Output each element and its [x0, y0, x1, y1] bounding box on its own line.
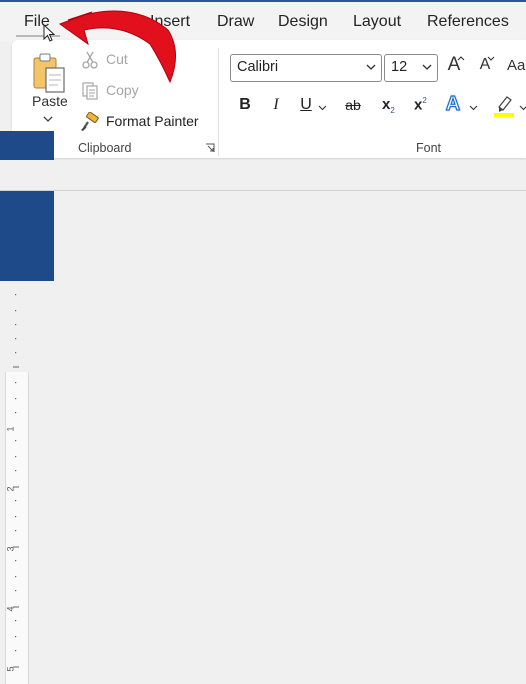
ruler-number: 1 [5, 426, 16, 432]
text-effects-button[interactable]: A [442, 92, 464, 117]
paste-label[interactable]: Paste [32, 93, 68, 109]
clipboard-dialog-launcher-icon[interactable] [205, 143, 215, 153]
underline-button[interactable]: U [298, 96, 314, 120]
text-effects-glyph: A [445, 92, 461, 115]
change-case-button[interactable]: Aa [507, 57, 526, 81]
ribbon-panel: Paste Cut Copy Format Painter Clipboard … [12, 40, 526, 158]
scissors-icon [82, 51, 98, 69]
tab-design[interactable]: Design [278, 13, 328, 31]
grow-font-button[interactable]: A [443, 54, 465, 78]
tab-draw[interactable]: Draw [217, 13, 254, 31]
italic-button[interactable]: I [268, 96, 284, 120]
font-group-label: Font [416, 141, 442, 155]
underline-chevron-icon[interactable] [318, 104, 327, 111]
tab-references[interactable]: References [427, 13, 509, 31]
ruler-number: 2 [5, 486, 16, 492]
strikethrough-button[interactable]: ab [342, 97, 364, 121]
change-case-glyph: Aa [507, 57, 526, 74]
underline-glyph: U [300, 96, 312, 113]
format-painter-label: Format Painter [106, 113, 199, 129]
italic-glyph: I [273, 96, 279, 113]
strikethrough-glyph: ab [345, 97, 361, 113]
font-name-dropdown[interactable]: Calibri [230, 54, 382, 82]
superscript-button[interactable]: x2 [414, 96, 432, 120]
word-window: File Insert Draw Design Layout Reference… [0, 0, 526, 684]
highlighter-icon [494, 96, 514, 117]
bold-glyph: B [239, 96, 251, 113]
ruler-number: 5 [5, 666, 16, 672]
tab-layout[interactable]: Layout [353, 13, 401, 31]
text-effects-chevron-icon[interactable] [469, 104, 478, 111]
cut-label: Cut [106, 51, 128, 67]
font-size-value: 12 [391, 59, 408, 75]
caret-up-icon [457, 56, 465, 61]
paste-dropdown-chevron-icon[interactable] [43, 115, 53, 123]
font-size-chevron-icon [422, 64, 432, 70]
superscript-mark: 2 [422, 96, 427, 105]
font-name-value: Calibri [237, 59, 279, 75]
shrink-font-button[interactable]: A [474, 56, 496, 80]
ruler-number: 4 [5, 606, 16, 612]
subscript-mark: 2 [390, 106, 395, 116]
horizontal-ruler-strip [0, 160, 526, 191]
group-separator [218, 48, 219, 156]
mouse-cursor-icon [43, 24, 56, 42]
clipboard-group-label: Clipboard [78, 141, 132, 155]
copy-icon [82, 82, 98, 100]
side-panel [0, 131, 54, 281]
ruler-number: 3 [5, 546, 16, 552]
font-name-chevron-icon [366, 64, 376, 70]
font-size-dropdown[interactable]: 12 [384, 54, 438, 82]
tab-insert[interactable]: Insert [150, 13, 190, 31]
ribbon-tab-bar: File Insert Draw Design Layout Reference… [0, 0, 526, 42]
paintbrush-icon [81, 112, 99, 131]
caret-down-icon [487, 56, 495, 61]
subscript-button[interactable]: x2 [382, 96, 400, 120]
copy-label: Copy [106, 82, 139, 98]
highlight-color-button[interactable] [493, 94, 515, 118]
highlight-chevron-icon[interactable] [519, 104, 526, 111]
bold-button[interactable]: B [236, 96, 254, 120]
